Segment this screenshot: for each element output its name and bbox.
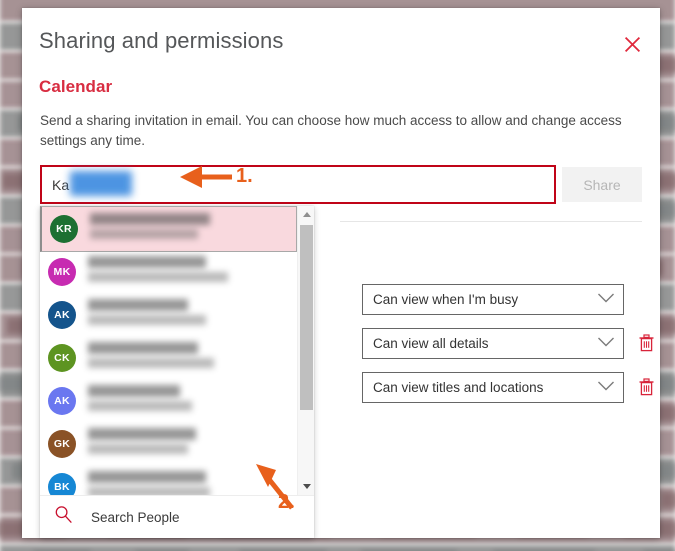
permission-row: Can view when I'm busy [362,284,624,315]
permission-value: Can view all details [373,336,489,351]
scrollbar-up-arrow[interactable] [298,206,315,223]
person-email [90,229,198,239]
permission-select[interactable]: Can view titles and locations [362,372,624,403]
avatar: CK [48,343,76,372]
person-name [88,384,180,397]
chevron-down-icon [597,379,615,397]
sharing-description: Send a sharing invitation in email. You … [40,113,622,148]
person-text [90,213,296,245]
redacted-autocomplete-text [70,171,132,196]
share-button[interactable]: Share [562,167,642,202]
person-text [88,470,297,495]
permission-select[interactable]: Can view when I'm busy [362,284,624,315]
trash-icon [638,377,655,399]
avatar: BK [48,472,76,495]
person-email [88,400,192,411]
sharing-permissions-dialog: Sharing and permissions Calendar Send a … [22,8,660,538]
avatar: KR [50,215,78,243]
person-text [88,384,297,417]
close-icon [624,36,641,53]
list-item[interactable]: AK [40,379,297,422]
list-item[interactable]: AK [40,293,297,336]
search-icon [54,505,73,529]
person-email [88,314,206,325]
recipient-input-value: Ka [52,177,70,193]
avatar: GK [48,429,76,458]
people-list: KR MK AK CK AK GK BK [40,206,297,495]
search-people-button[interactable]: Search People [40,495,314,538]
close-button[interactable] [612,24,652,64]
scrollbar-thumb[interactable] [300,225,313,410]
person-text [88,298,297,331]
person-text [88,255,297,288]
person-email [88,486,210,495]
avatar: AK [48,386,76,415]
permission-value: Can view when I'm busy [373,292,519,307]
person-name [88,427,196,440]
chevron-down-icon [597,291,615,309]
list-item[interactable]: CK [40,336,297,379]
person-name [90,213,210,225]
chevron-down-icon [597,335,615,353]
section-divider [340,221,642,222]
person-email [88,271,228,282]
person-text [88,427,297,460]
person-email [88,357,214,368]
delete-permission-button[interactable] [634,332,658,356]
list-item[interactable]: BK [40,465,297,495]
person-name [88,341,198,354]
calendar-section-heading: Calendar [39,77,113,96]
people-scrollbar[interactable] [297,206,314,495]
background-row [0,545,675,551]
permission-row: Can view all details [362,328,653,359]
list-item[interactable]: KR [40,206,297,252]
person-text [88,341,297,374]
invite-row: Ka Share [40,165,642,204]
avatar: MK [48,257,76,286]
person-name [88,298,188,311]
permission-value: Can view titles and locations [373,380,544,395]
people-suggestion-dropdown: KR MK AK CK AK GK BK Search People [40,206,314,538]
trash-icon [638,333,655,355]
search-people-label: Search People [91,509,180,525]
permission-select[interactable]: Can view all details [362,328,624,359]
delete-permission-button[interactable] [634,376,658,400]
person-email [88,443,188,454]
scrollbar-down-arrow[interactable] [298,478,315,495]
list-item[interactable]: GK [40,422,297,465]
person-name [88,255,206,268]
permission-row: Can view titles and locations [362,372,653,403]
person-name [88,470,206,483]
list-item[interactable]: MK [40,250,297,293]
page-title: Sharing and permissions [39,28,284,53]
recipient-input[interactable]: Ka [40,165,556,204]
avatar: AK [48,300,76,329]
